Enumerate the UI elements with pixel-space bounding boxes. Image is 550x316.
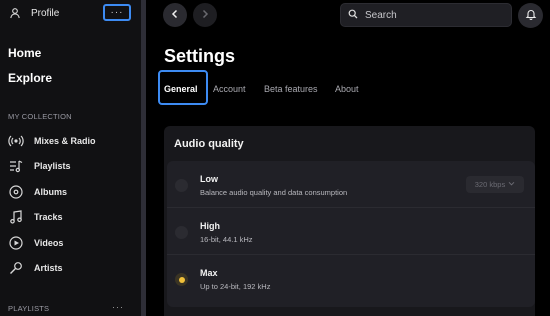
- sidebar-item-label: Mixes & Radio: [34, 136, 96, 146]
- profile-link[interactable]: Profile: [8, 5, 59, 21]
- main-content: Settings General Account Beta features A…: [146, 0, 550, 316]
- bitrate-value: 320 kbps: [474, 180, 506, 189]
- my-collection-heading: MY COLLECTION: [8, 112, 72, 121]
- sidebar-item-label: Videos: [34, 238, 64, 248]
- audio-quality-options: Low Balance audio quality and data consu…: [167, 161, 535, 307]
- chevron-left-icon: [170, 6, 180, 24]
- sidebar: Profile ··· Home Explore MY COLLECTION M…: [0, 0, 141, 316]
- music-note-icon: [8, 209, 24, 225]
- radio-button-selected[interactable]: [175, 273, 188, 286]
- sidebar-item-label: Tracks: [34, 212, 63, 222]
- option-description: Balance audio quality and data consumpti…: [200, 188, 348, 197]
- option-title: Low: [200, 174, 218, 184]
- playlists-more-button[interactable]: ···: [112, 302, 124, 312]
- radio-waves-icon: [8, 133, 24, 149]
- microphone-icon: [8, 260, 24, 276]
- sidebar-item-albums[interactable]: Albums: [8, 183, 67, 201]
- tab-beta-features[interactable]: Beta features: [264, 84, 318, 94]
- audio-quality-card: Audio quality Low Balance audio quality …: [164, 126, 535, 316]
- playlist-icon: [8, 158, 24, 174]
- chevron-right-icon: [200, 6, 210, 24]
- bell-icon: [525, 7, 537, 25]
- sidebar-item-mixes-radio[interactable]: Mixes & Radio: [8, 132, 96, 150]
- sidebar-item-videos[interactable]: Videos: [8, 234, 63, 252]
- chevron-down-icon: [508, 180, 515, 189]
- bitrate-dropdown[interactable]: 320 kbps: [466, 176, 524, 193]
- video-icon: [8, 235, 24, 251]
- notifications-button[interactable]: [518, 3, 543, 28]
- album-icon: [8, 184, 24, 200]
- sidebar-item-label: Artists: [34, 263, 63, 273]
- audio-option-high[interactable]: High 16-bit, 44.1 kHz: [167, 208, 535, 255]
- playlists-heading: PLAYLISTS: [8, 304, 50, 313]
- search-input[interactable]: [365, 9, 505, 21]
- sidebar-item-label: Playlists: [34, 161, 71, 171]
- nav-explore[interactable]: Explore: [8, 71, 52, 85]
- tab-about[interactable]: About: [335, 84, 359, 94]
- audio-option-low[interactable]: Low Balance audio quality and data consu…: [167, 161, 535, 208]
- user-icon: [8, 6, 22, 20]
- tab-general[interactable]: General: [164, 84, 198, 94]
- page-title: Settings: [164, 46, 236, 66]
- sidebar-item-label: Albums: [34, 187, 68, 197]
- sidebar-item-artists[interactable]: Artists: [8, 259, 63, 277]
- profile-label: Profile: [31, 7, 60, 19]
- search-field[interactable]: [340, 3, 512, 27]
- profile-more-button[interactable]: ···: [103, 4, 131, 21]
- audio-option-max[interactable]: Max Up to 24-bit, 192 kHz: [167, 255, 535, 302]
- option-description: 16-bit, 44.1 kHz: [200, 235, 253, 244]
- tab-account[interactable]: Account: [213, 84, 246, 94]
- forward-button[interactable]: [193, 3, 217, 27]
- option-title: High: [200, 221, 220, 231]
- audio-quality-heading: Audio quality: [174, 138, 244, 150]
- option-description: Up to 24-bit, 192 kHz: [200, 282, 271, 291]
- radio-button[interactable]: [175, 179, 188, 192]
- option-title: Max: [200, 268, 218, 278]
- search-icon: [348, 6, 358, 24]
- sidebar-item-playlists[interactable]: Playlists: [8, 157, 71, 175]
- radio-button[interactable]: [175, 226, 188, 239]
- sidebar-item-tracks[interactable]: Tracks: [8, 208, 63, 226]
- nav-home[interactable]: Home: [8, 46, 41, 60]
- back-button[interactable]: [163, 3, 187, 27]
